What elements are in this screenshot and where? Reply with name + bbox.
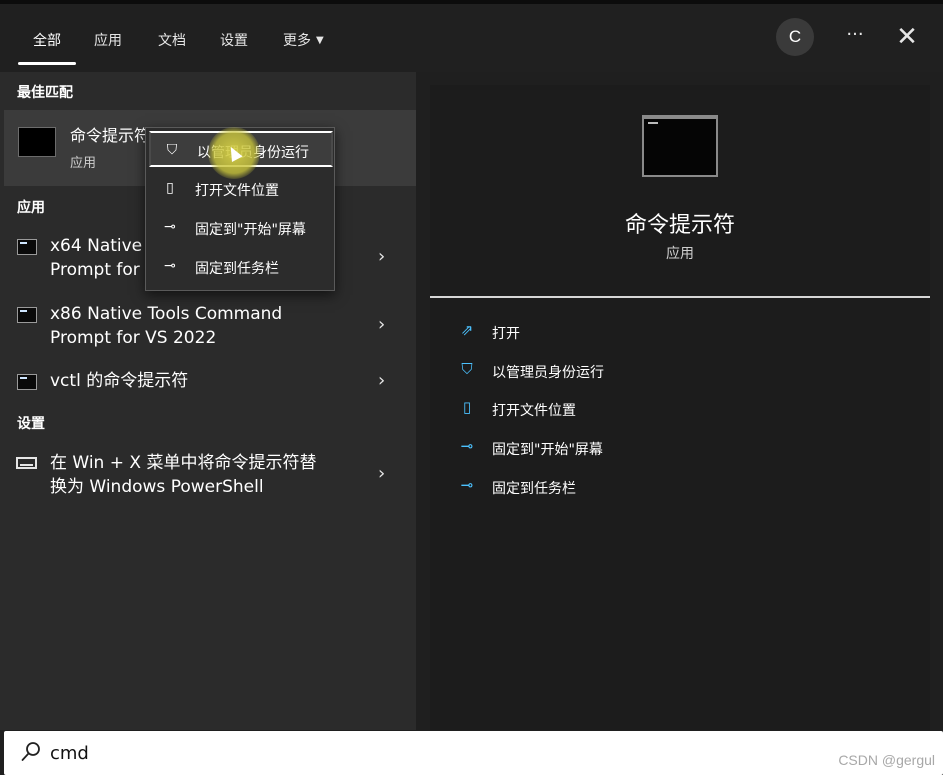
tab-all[interactable]: 全部 [33, 30, 61, 50]
top-bar: 全部 应用 文档 设置 更多 ▼ C ··· ✕ [0, 0, 943, 72]
chevron-right-icon[interactable]: › [378, 370, 385, 391]
pin-icon: ⊸ [164, 258, 176, 274]
close-button[interactable]: ✕ [890, 20, 924, 54]
cmd-icon [17, 307, 37, 323]
search-input[interactable] [50, 740, 750, 766]
action-label: 以管理员身份运行 [492, 365, 604, 381]
action-pin-to-taskbar[interactable]: ⊸ 固定到任务栏 [456, 474, 756, 502]
cmd-icon [642, 115, 718, 177]
shield-run-icon: ⛉ [461, 360, 473, 378]
watermark: CSDN @gergul [838, 752, 935, 768]
cmd-icon [17, 374, 37, 390]
tab-more[interactable]: 更多 ▼ [283, 30, 324, 50]
settings-heading: 设置 [17, 416, 45, 432]
action-pin-to-start[interactable]: ⊸ 固定到"开始"屏幕 [456, 435, 756, 463]
apps-heading: 应用 [17, 200, 45, 216]
setting-label: 在 Win + X 菜单中将命令提示符替 换为 Windows PowerShe… [50, 453, 317, 497]
tab-documents[interactable]: 文档 [158, 30, 186, 50]
chevron-right-icon[interactable]: › [378, 463, 385, 484]
shield-run-icon: ⛉ [166, 142, 178, 158]
action-open-file-location[interactable]: ▯ 打开文件位置 [456, 396, 756, 424]
action-label: 固定到任务栏 [492, 481, 576, 497]
action-run-as-admin[interactable]: ⛉ 以管理员身份运行 [456, 358, 756, 386]
best-match-type: 应用 [70, 156, 97, 171]
context-pin-to-start[interactable]: ⊸ 固定到"开始"屏幕 [149, 210, 333, 246]
context-pin-to-taskbar[interactable]: ⊸ 固定到任务栏 [149, 249, 333, 285]
action-label: 打开文件位置 [492, 403, 576, 419]
preview-title: 命令提示符 [624, 213, 735, 238]
context-item-label: 固定到"开始"屏幕 [195, 222, 306, 238]
best-match-name: 命令提示符 [70, 126, 151, 145]
context-item-label: 固定到任务栏 [195, 261, 279, 277]
list-item[interactable]: x86 Native Tools Command Prompt for VS 2… [0, 300, 416, 356]
context-item-label: 打开文件位置 [195, 183, 279, 199]
active-tab-indicator [18, 62, 76, 65]
list-item[interactable]: 在 Win + X 菜单中将命令提示符替 换为 Windows PowerShe… [0, 449, 416, 505]
search-bar[interactable]: CSDN @gergul [4, 731, 943, 775]
cmd-icon [18, 127, 56, 157]
pin-icon: ⊸ [164, 219, 176, 235]
window-edge [0, 0, 943, 4]
divider [430, 296, 930, 298]
cmd-icon [17, 239, 37, 255]
search-icon [21, 742, 40, 761]
best-match-heading: 最佳匹配 [17, 85, 73, 101]
tab-settings[interactable]: 设置 [220, 30, 248, 50]
list-item[interactable]: vctl 的命令提示符 › [0, 368, 416, 400]
tab-more-label: 更多 [283, 33, 311, 49]
action-open[interactable]: ⇗ 打开 [456, 319, 756, 347]
app-label: vctl 的命令提示符 [50, 371, 189, 391]
chevron-right-icon[interactable]: › [378, 246, 385, 267]
chevron-down-icon: ▼ [316, 35, 324, 46]
action-label: 打开 [492, 326, 520, 342]
tab-apps[interactable]: 应用 [94, 30, 122, 50]
folder-open-icon: ▯ [166, 180, 174, 196]
avatar[interactable]: C [776, 18, 814, 56]
open-icon: ⇗ [460, 321, 474, 339]
preview-type: 应用 [666, 246, 694, 262]
folder-open-icon: ▯ [462, 398, 472, 416]
preview-panel: 命令提示符 应用 ⇗ 打开 ⛉ 以管理员身份运行 ▯ 打开文件位置 ⊸ 固定到"… [430, 85, 930, 730]
chevron-right-icon[interactable]: › [378, 314, 385, 335]
more-options-button[interactable]: ··· [838, 20, 872, 54]
pin-icon: ⊸ [460, 476, 474, 494]
taskbar-settings-icon [16, 457, 37, 469]
pin-icon: ⊸ [460, 437, 474, 455]
app-label: x86 Native Tools Command Prompt for VS 2… [50, 304, 283, 348]
action-label: 固定到"开始"屏幕 [492, 442, 603, 458]
